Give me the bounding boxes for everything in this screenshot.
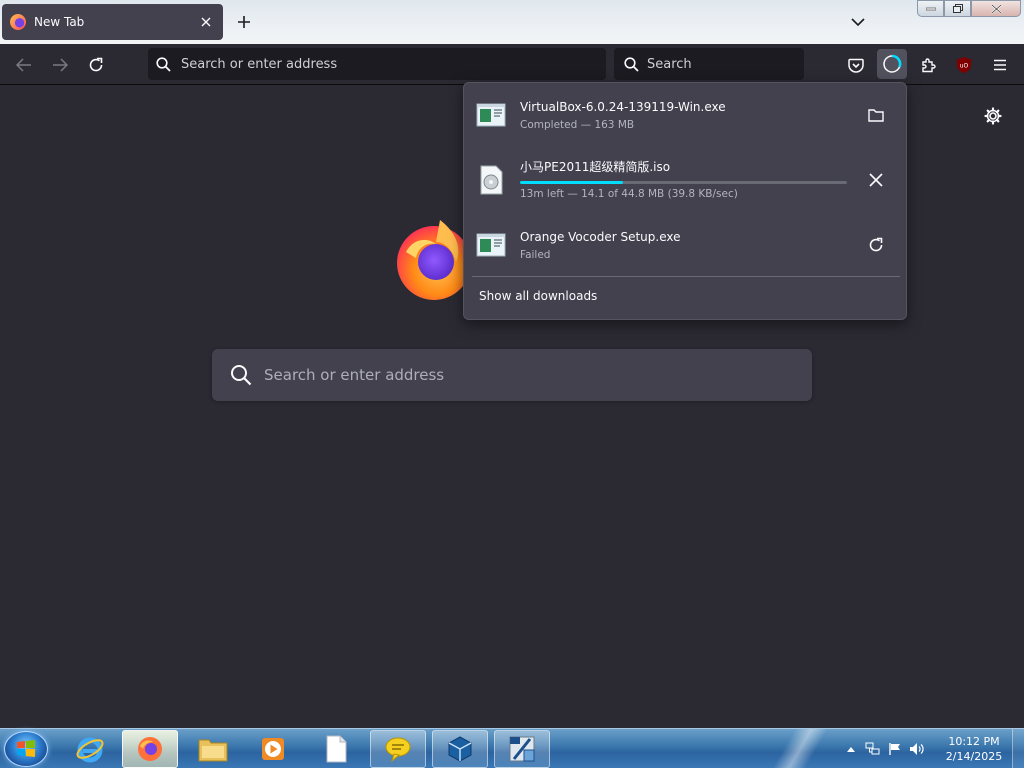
exe-file-icon	[476, 230, 506, 260]
notepad-icon[interactable]	[308, 730, 364, 768]
search-bar[interactable]: Search	[614, 48, 804, 80]
menu-icon[interactable]	[986, 51, 1014, 79]
download-status: 13m left — 14.1 of 44.8 MB (39.8 KB/sec)	[520, 188, 738, 200]
search-bar-placeholder: Search	[647, 56, 692, 72]
chat-icon[interactable]	[370, 730, 426, 768]
download-item[interactable]: Orange Vocoder Setup.exe Failed	[472, 215, 900, 275]
tab-title: New Tab	[34, 15, 85, 29]
clock-date: 2/14/2025	[945, 750, 1003, 763]
chevron-down-icon[interactable]	[846, 10, 870, 34]
taskbar-glare	[770, 729, 830, 768]
action-center-flag-icon[interactable]	[884, 738, 906, 760]
downloads-panel: VirtualBox-6.0.24-139119-Win.exe Complet…	[463, 82, 907, 320]
back-arrow-icon[interactable]	[10, 51, 38, 79]
download-filename: 小马PE2011超级精简版.iso	[520, 160, 671, 174]
download-filename: VirtualBox-6.0.24-139119-Win.exe	[520, 99, 726, 114]
panel-divider	[472, 276, 900, 277]
newtab-search-box[interactable]: Search or enter address	[212, 349, 812, 401]
unknown-app-icon[interactable]	[494, 730, 550, 768]
window-controls	[917, 0, 1021, 18]
firefox-icon[interactable]	[122, 730, 178, 768]
start-button[interactable]	[4, 731, 48, 767]
url-bar[interactable]: Search or enter address	[148, 48, 606, 80]
svg-text:uO: uO	[960, 63, 969, 70]
download-status: Completed — 163 MB	[520, 118, 635, 131]
download-status: Failed	[520, 248, 551, 261]
tab-new-tab[interactable]: New Tab	[2, 4, 223, 40]
search-icon	[231, 365, 252, 386]
windows-logo-icon	[17, 740, 35, 757]
taskbar-clock[interactable]: 10:12 PM 2/14/2025	[940, 734, 1008, 764]
exe-file-icon	[476, 100, 506, 130]
forward-arrow-icon[interactable]	[46, 51, 74, 79]
url-bar-placeholder: Search or enter address	[181, 56, 338, 72]
tray-expand-icon[interactable]	[840, 738, 862, 760]
download-item[interactable]: VirtualBox-6.0.24-139119-Win.exe Complet…	[472, 85, 900, 145]
firefox-icon	[10, 14, 26, 30]
download-progress-bar	[520, 181, 847, 184]
download-item[interactable]: 小马PE2011超级精简版.iso 13m left — 14.1 of 44.…	[472, 150, 900, 210]
downloads-icon[interactable]	[877, 49, 907, 79]
media-player-icon[interactable]	[245, 730, 301, 768]
download-filename: Orange Vocoder Setup.exe	[520, 229, 681, 244]
network-icon[interactable]	[862, 738, 884, 760]
search-icon	[156, 56, 171, 72]
system-tray	[840, 729, 928, 768]
extensions-icon[interactable]	[914, 51, 942, 79]
internet-explorer-icon[interactable]	[62, 730, 118, 768]
file-explorer-icon[interactable]	[185, 730, 241, 768]
volume-icon[interactable]	[906, 738, 928, 760]
gear-icon[interactable]	[981, 104, 1005, 128]
show-all-downloads-button[interactable]: Show all downloads	[479, 289, 597, 303]
windows-taskbar: 10:12 PM 2/14/2025	[0, 728, 1024, 768]
search-icon	[624, 56, 639, 72]
cancel-icon[interactable]	[860, 164, 892, 196]
minimize-icon[interactable]	[917, 0, 944, 17]
maximize-icon[interactable]	[944, 0, 971, 17]
firefox-logo	[396, 218, 471, 302]
navigation-toolbar: Search or enter address Search uO	[0, 44, 1024, 85]
ublock-icon[interactable]: uO	[950, 51, 978, 79]
virtualbox-icon[interactable]	[432, 730, 488, 768]
close-icon[interactable]	[197, 13, 215, 31]
folder-icon[interactable]	[860, 99, 892, 131]
close-icon[interactable]	[971, 0, 1021, 17]
download-progress-fill	[520, 181, 623, 184]
retry-icon[interactable]	[860, 229, 892, 261]
show-desktop-button[interactable]	[1012, 729, 1024, 768]
clock-time: 10:12 PM	[948, 735, 1000, 748]
newtab-search-placeholder: Search or enter address	[264, 366, 445, 384]
pocket-icon[interactable]	[842, 51, 870, 79]
title-bar: New Tab	[0, 0, 1024, 44]
plus-icon[interactable]	[232, 11, 256, 33]
reload-icon[interactable]	[82, 51, 110, 79]
iso-file-icon	[476, 165, 506, 195]
